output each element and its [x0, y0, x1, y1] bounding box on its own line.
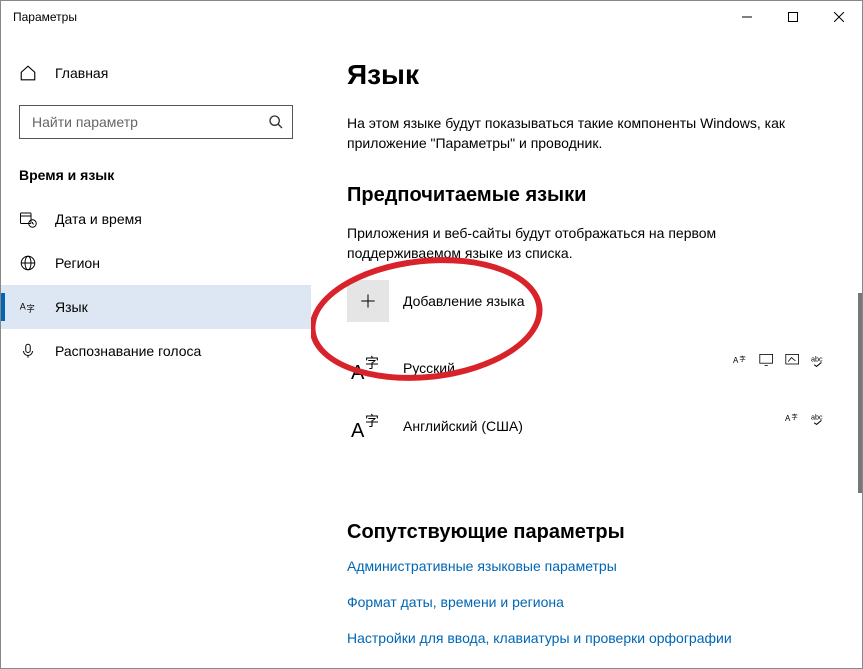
home-label: Главная	[55, 65, 108, 81]
window-body: Главная Время и язык Дата и время Ре	[1, 33, 862, 668]
sidebar: Главная Время и язык Дата и время Ре	[1, 33, 311, 668]
svg-text:A: A	[351, 420, 365, 442]
preferred-languages-heading: Предпочитаемые языки	[347, 184, 827, 207]
calendar-clock-icon	[19, 210, 37, 228]
svg-text:A: A	[351, 362, 365, 384]
sidebar-item-label: Распознавание голоса	[55, 343, 201, 359]
search-input-wrapper[interactable]	[19, 105, 293, 139]
page-title: Язык	[347, 59, 827, 91]
maximize-button[interactable]	[770, 1, 816, 33]
add-language-label: Добавление языка	[403, 293, 525, 309]
language-name: Английский (США)	[403, 418, 523, 434]
sidebar-item-language[interactable]: A字 Язык	[1, 285, 311, 329]
related-settings: Сопутствующие параметры Административные…	[347, 521, 827, 646]
settings-window: Параметры Главная	[0, 0, 863, 669]
close-button[interactable]	[816, 1, 862, 33]
sidebar-item-date-time[interactable]: Дата и время	[1, 197, 311, 241]
sidebar-item-label: Дата и время	[55, 211, 142, 227]
microphone-icon	[19, 342, 37, 360]
sidebar-item-label: Язык	[55, 299, 88, 315]
language-item-russian[interactable]: A字 Русский A字 abc	[347, 339, 827, 397]
language-icon: A字	[19, 298, 37, 316]
home-nav[interactable]: Главная	[1, 53, 311, 93]
svg-text:字: 字	[739, 354, 745, 363]
svg-text:字: 字	[791, 412, 797, 421]
link-admin-language[interactable]: Административные языковые параметры	[347, 558, 827, 574]
spellcheck-icon: abc	[811, 353, 827, 367]
svg-text:A: A	[20, 301, 26, 311]
minimize-button[interactable]	[724, 1, 770, 33]
language-name: Русский	[403, 360, 455, 376]
handwriting-icon	[785, 353, 801, 367]
search-input[interactable]	[30, 113, 268, 131]
text-to-speech-icon: A字	[733, 353, 749, 367]
search-icon	[268, 114, 284, 130]
svg-text:字: 字	[365, 413, 379, 429]
preferred-languages-description: Приложения и веб-сайты будут отображатьс…	[347, 223, 827, 264]
svg-text:A: A	[785, 414, 791, 423]
svg-text:A: A	[733, 356, 739, 365]
sidebar-section-title: Время и язык	[1, 167, 311, 183]
scrollbar[interactable]	[858, 33, 862, 668]
sidebar-item-label: Регион	[55, 255, 100, 271]
svg-text:字: 字	[365, 355, 379, 371]
link-input-settings[interactable]: Настройки для ввода, клавиатуры и провер…	[347, 630, 827, 646]
home-icon	[19, 64, 37, 82]
display-language-icon	[759, 353, 775, 367]
content-area: Язык На этом языке будут показываться та…	[311, 33, 862, 668]
language-features: A字 abc	[733, 353, 827, 367]
language-glyph-icon: A字	[347, 347, 389, 389]
spellcheck-icon: abc	[811, 411, 827, 425]
plus-icon	[347, 280, 389, 322]
link-date-format[interactable]: Формат даты, времени и региона	[347, 594, 827, 610]
text-to-speech-icon: A字	[785, 411, 801, 425]
language-features: A字 abc	[785, 411, 827, 425]
globe-icon	[19, 254, 37, 272]
language-item-english-us[interactable]: A字 Английский (США) A字 abc	[347, 397, 827, 455]
sidebar-item-region[interactable]: Регион	[1, 241, 311, 285]
svg-text:字: 字	[27, 304, 35, 314]
window-buttons	[724, 1, 862, 33]
scrollbar-thumb[interactable]	[858, 293, 862, 493]
window-title: Параметры	[13, 10, 724, 24]
add-language-button[interactable]: Добавление языка	[347, 275, 827, 327]
sidebar-item-speech[interactable]: Распознавание голоса	[1, 329, 311, 373]
page-description: На этом языке будут показываться такие к…	[347, 113, 827, 154]
language-glyph-icon: A字	[347, 405, 389, 447]
titlebar: Параметры	[1, 1, 862, 33]
related-settings-heading: Сопутствующие параметры	[347, 521, 827, 544]
